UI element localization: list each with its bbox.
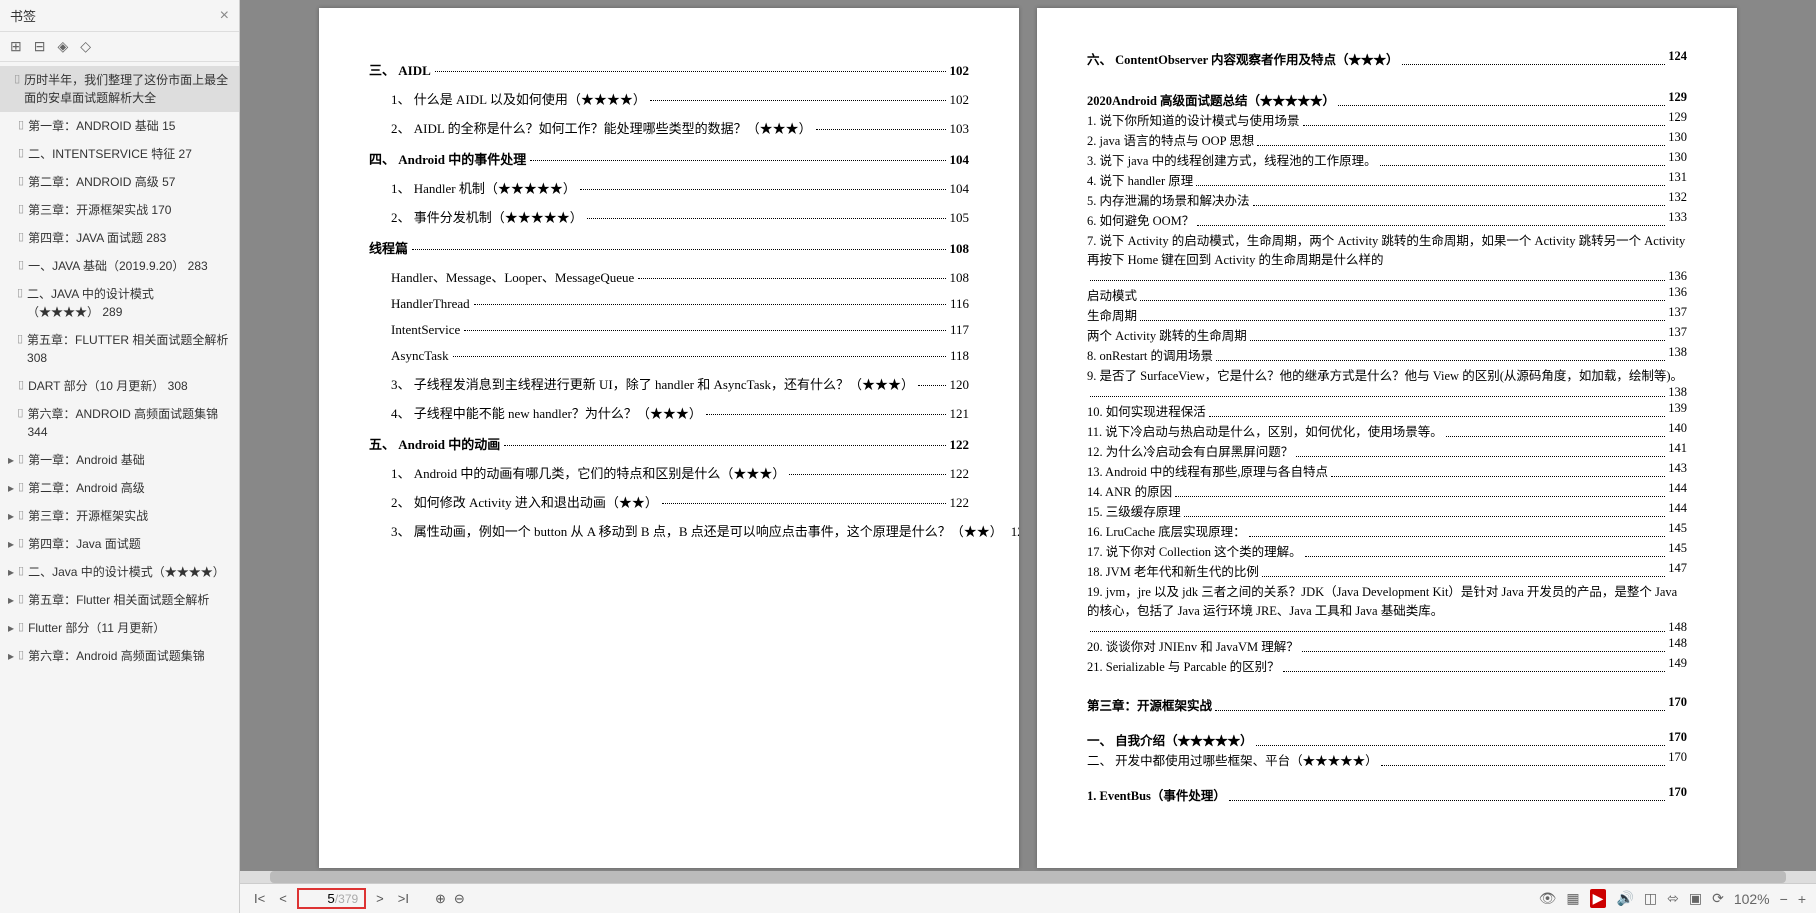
sidebar-title: 书签 [10, 6, 36, 25]
last-page-button[interactable]: >I [394, 889, 413, 908]
sound-icon[interactable]: 🔊 [1616, 890, 1633, 907]
toc-entry: 3、 子线程发消息到主线程进行更新 UI，除了 handler 和 AsyncT… [391, 374, 969, 393]
toc-entry: 19. jvm，jre 以及 jdk 三者之间的关系？JDK（Java Deve… [1087, 581, 1687, 619]
toc-section-head: 五、 Android 中的动画122 [369, 434, 969, 453]
bookmark-item[interactable]: ▸▯第二章：Android 高级 [0, 474, 239, 502]
toc-entry: 2、 如何修改 Activity 进入和退出动画（★★）122 [391, 492, 969, 511]
bookmark-item[interactable]: ▯一、JAVA 基础（2019.9.20） 283 [0, 252, 239, 280]
bookmark-item[interactable]: ▯第一章：ANDROID 基础 15 [0, 112, 239, 140]
toc-entry: 8. onRestart 的调用场景138 [1087, 345, 1687, 364]
toc-entry: 21. Serializable 与 Parcable 的区别？149 [1087, 656, 1687, 675]
rotate-icon[interactable]: ⟳ [1712, 890, 1724, 907]
bookmark-item[interactable]: ▸▯第三章：开源框架实战 [0, 502, 239, 530]
page-layout-icon[interactable]: ◫ [1644, 890, 1657, 907]
page-number-box: /379 [297, 888, 366, 909]
bookmark-item[interactable]: ▸▯第一章：Android 基础 [0, 446, 239, 474]
toc-section-head: 四、 Android 中的事件处理104 [369, 149, 969, 168]
toc-entry: 1、 Handler 机制（★★★★★）104 [391, 178, 969, 197]
zoom-out-icon[interactable]: − [1780, 891, 1788, 907]
expand-all-icon[interactable]: ⊞ [10, 38, 22, 55]
toc-entry: 6. 如何避免 OOM？133 [1087, 210, 1687, 229]
page-number-input[interactable] [305, 891, 335, 906]
add-page-button[interactable]: ⊕ [431, 889, 450, 909]
toc-entry: IntentService117 [391, 322, 969, 338]
bookmark-item[interactable]: ▸▯二、Java 中的设计模式（★★★★） [0, 558, 239, 586]
toc-entry: 六、 ContentObserver 内容观察者作用及特点（★★★）124 [1087, 49, 1687, 68]
bookmark-item[interactable]: ▯二、INTENTSERVICE 特征 27 [0, 140, 239, 168]
toc-entry: Handler、Message、Looper、MessageQueue108 [391, 267, 969, 286]
toc-section-head: 线程篇108 [369, 238, 969, 257]
toc-entry: HandlerThread116 [391, 296, 969, 312]
bookmark-icon[interactable]: ◈ [57, 38, 68, 55]
remove-page-button[interactable]: ⊖ [450, 889, 469, 909]
toc-entry: 二、 开发中都使用过哪些框架、平台（★★★★★）170 [1087, 750, 1687, 769]
toc-entry: 第三章：开源框架实战170 [1087, 695, 1687, 714]
toc-entry: AsyncTask118 [391, 348, 969, 364]
bookmark-item[interactable]: ▯历时半年，我们整理了这份市面上最全面的安卓面试题解析大全 [0, 66, 239, 112]
play-icon[interactable]: ▶ [1590, 889, 1607, 908]
pdf-page-right: 六、 ContentObserver 内容观察者作用及特点（★★★）124202… [1037, 8, 1737, 868]
eye-icon[interactable]: 👁 [1539, 890, 1557, 907]
toc-entry: 3、 属性动画，例如一个 button 从 A 移动到 B 点，B 点还是可以响… [391, 521, 969, 540]
toc-section-head: 三、 AIDL102 [369, 60, 969, 79]
layout-icon[interactable]: ▦ [1566, 890, 1579, 907]
bookmarks-sidebar: 书签 × ⊞ ⊟ ◈ ◇ ▯历时半年，我们整理了这份市面上最全面的安卓面试题解析… [0, 0, 240, 913]
bookmark-item[interactable]: ▯DART 部分（10 月更新） 308 [0, 372, 239, 400]
horizontal-scrollbar[interactable] [240, 871, 1816, 883]
toc-entry: 1. EventBus（事件处理）170 [1087, 785, 1687, 804]
toc-entry: 2、 AIDL 的全称是什么？如何工作？能处理哪些类型的数据？（★★★）103 [391, 118, 969, 137]
prev-page-button[interactable]: < [275, 889, 291, 908]
page-total: /379 [335, 892, 358, 906]
bookmark-item[interactable]: ▯第五章：FLUTTER 相关面试题全解析 308 [0, 326, 239, 372]
toc-entry: 1、 Android 中的动画有哪几类，它们的特点和区别是什么（★★★）122 [391, 463, 969, 482]
bookmark-item[interactable]: ▯第三章：开源框架实战 170 [0, 196, 239, 224]
bookmark-item[interactable]: ▸▯第四章：Java 面试题 [0, 530, 239, 558]
bookmark-item[interactable]: ▯二、JAVA 中的设计模式 （★★★★） 289 [0, 280, 239, 326]
bookmark-item[interactable]: ▸▯第六章：Android 高频面试题集锦 [0, 642, 239, 670]
bookmark-item[interactable]: ▯第六章：ANDROID 高频面试题集锦 344 [0, 400, 239, 446]
bookmark-item[interactable]: ▯第二章：ANDROID 高级 57 [0, 168, 239, 196]
bookmark-list: ▯历时半年，我们整理了这份市面上最全面的安卓面试题解析大全▯第一章：ANDROI… [0, 62, 239, 913]
close-icon[interactable]: × [220, 7, 229, 25]
bookmark-item[interactable]: ▸▯Flutter 部分（11 月更新） [0, 614, 239, 642]
fit-page-icon[interactable]: ▣ [1689, 890, 1702, 907]
zoom-in-icon[interactable]: + [1798, 891, 1806, 907]
pdf-page-left: 三、 AIDL102 1、 什么是 AIDL 以及如何使用（★★★★）102 2、 … [319, 8, 1019, 868]
first-page-button[interactable]: I< [250, 889, 269, 908]
next-page-button[interactable]: > [372, 889, 388, 908]
bookmark-item[interactable]: ▯第四章：JAVA 面试题 283 [0, 224, 239, 252]
outline-icon[interactable]: ◇ [80, 38, 91, 55]
toc-entry: 2、 事件分发机制（★★★★★）105 [391, 207, 969, 226]
toc-entry: 1、 什么是 AIDL 以及如何使用（★★★★）102 [391, 89, 969, 108]
bottom-toolbar: I< < /379 > >I ⊕ ⊖ 👁 ▦ ▶ 🔊 ◫ ⬄ ▣ ⟳ 10 [240, 883, 1816, 913]
toc-entry: 18. JVM 老年代和新生代的比例147 [1087, 561, 1687, 580]
fit-width-icon[interactable]: ⬄ [1667, 890, 1679, 907]
bookmark-item[interactable]: ▸▯第五章：Flutter 相关面试题全解析 [0, 586, 239, 614]
zoom-value[interactable]: 102% [1734, 891, 1770, 907]
toc-entry: 4、 子线程中能不能 new handler？为什么？（★★★）121 [391, 403, 969, 422]
toc-entry: 7. 说下 Activity 的启动模式，生命周期，两个 Activity 跳转… [1087, 230, 1687, 268]
collapse-all-icon[interactable]: ⊟ [34, 38, 46, 55]
